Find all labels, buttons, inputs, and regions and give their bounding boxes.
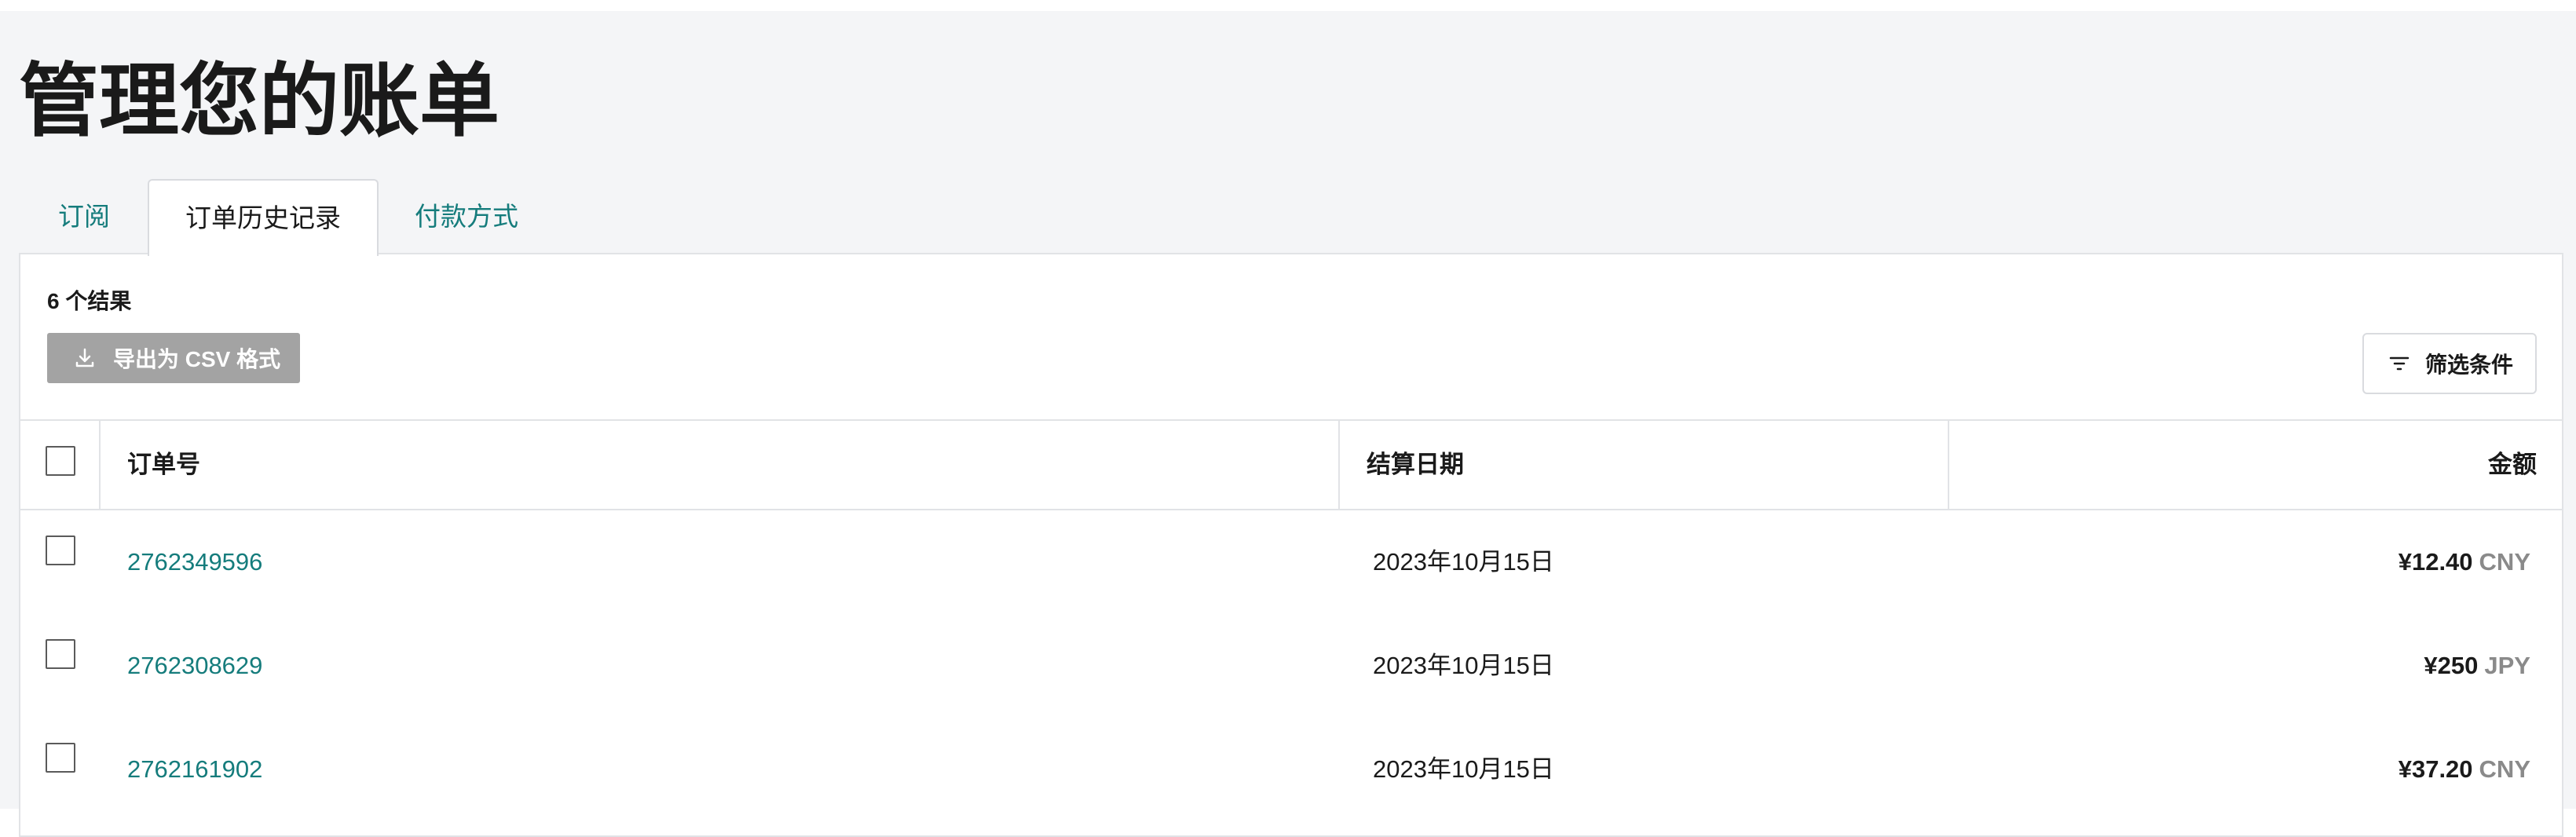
orders-table: 订单号 结算日期 金额 2762349596 2023年10月15日 ¥12.4… <box>20 419 2562 821</box>
export-csv-label: 导出为 CSV 格式 <box>113 347 281 371</box>
page-background: 管理您的账单 订阅 订单历史记录 付款方式 6 个结果 导出为 CSV 格式 筛… <box>0 11 2576 837</box>
billing-date: 2023年10月15日 <box>1373 755 1554 783</box>
tab-subscriptions[interactable]: 订阅 <box>58 179 110 254</box>
filter-icon <box>2388 352 2411 375</box>
order-history-panel: 6 个结果 导出为 CSV 格式 筛选条件 订单号 结算日期 金额 276234… <box>19 253 2563 837</box>
order-number-link[interactable]: 2762308629 <box>127 614 262 718</box>
column-header-amount[interactable]: 金额 <box>1951 421 2562 509</box>
amount-value: ¥37.20 <box>2398 755 2473 783</box>
amount-value: ¥250 <box>2424 652 2479 679</box>
table-row: 2762161902 2023年10月15日 ¥37.20 CNY <box>20 718 2562 821</box>
row-checkbox[interactable] <box>46 639 75 669</box>
tab-bar: 订阅 订单历史记录 付款方式 <box>19 179 1802 256</box>
amount: ¥37.20 CNY <box>2399 718 2530 821</box>
filter-label: 筛选条件 <box>2425 353 2514 377</box>
amount-value: ¥12.40 <box>2398 548 2473 576</box>
billing-date: 2023年10月15日 <box>1373 548 1554 576</box>
results-count: 6 个结果 <box>47 289 132 313</box>
currency-code: CNY <box>2479 548 2530 576</box>
table-header: 订单号 结算日期 金额 <box>20 419 2562 510</box>
amount: ¥250 JPY <box>2424 614 2530 718</box>
export-csv-button[interactable]: 导出为 CSV 格式 <box>47 333 300 383</box>
currency-code: JPY <box>2484 652 2530 679</box>
row-checkbox[interactable] <box>46 743 75 773</box>
header-checkbox-cell <box>20 421 101 509</box>
row-checkbox[interactable] <box>46 535 75 565</box>
select-all-checkbox[interactable] <box>46 446 75 476</box>
order-number-link[interactable]: 2762161902 <box>127 718 262 821</box>
column-header-order-number[interactable]: 订单号 <box>102 421 1340 509</box>
page-title: 管理您的账单 <box>19 54 499 148</box>
tab-order-history[interactable]: 订单历史记录 <box>148 179 379 256</box>
billing-date: 2023年10月15日 <box>1373 652 1554 679</box>
filter-button[interactable]: 筛选条件 <box>2362 333 2537 394</box>
order-number-link[interactable]: 2762349596 <box>127 510 262 614</box>
amount: ¥12.40 CNY <box>2399 510 2530 614</box>
table-row: 2762349596 2023年10月15日 ¥12.40 CNY <box>20 510 2562 614</box>
tab-payment-methods[interactable]: 付款方式 <box>415 179 518 254</box>
currency-code: CNY <box>2479 755 2530 783</box>
column-header-billing-date[interactable]: 结算日期 <box>1341 421 1949 509</box>
download-icon <box>72 345 97 371</box>
table-row: 2762308629 2023年10月15日 ¥250 JPY <box>20 614 2562 718</box>
